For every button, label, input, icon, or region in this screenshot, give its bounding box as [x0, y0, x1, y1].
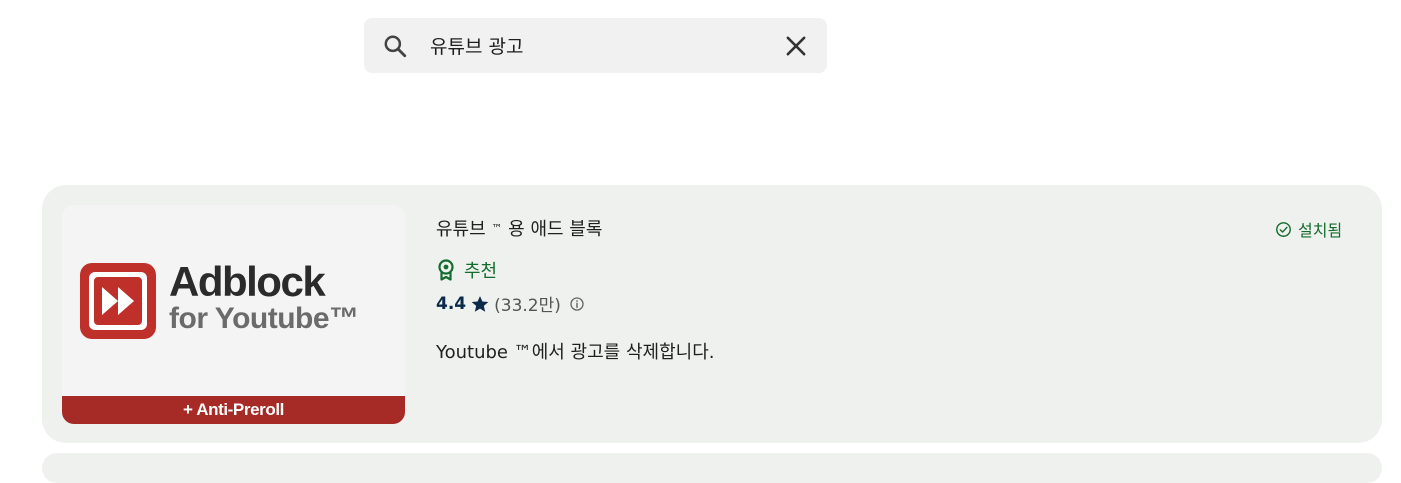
thumbnail-brand-text: Adblock [169, 258, 326, 305]
installed-label: 설치됨 [1298, 221, 1343, 240]
installed-status: 설치됨 [1275, 217, 1342, 241]
fast-forward-icon [80, 263, 156, 339]
star-icon [471, 295, 489, 312]
recommended-badge: 추천 [436, 257, 497, 283]
title-main: 유튜브 [436, 219, 486, 240]
thumbnail-banner: + Anti-Preroll [62, 396, 405, 424]
extension-title[interactable]: 유튜브 ™ 용 애드 블록 [436, 215, 602, 241]
extension-description: Youtube ™에서 광고를 삭제합니다. [436, 342, 715, 363]
rating-count: (33.2만) [494, 296, 561, 316]
award-badge-icon [438, 259, 454, 281]
search-input[interactable] [430, 30, 760, 60]
title-rest: 용 애드 블록 [508, 219, 603, 240]
info-icon[interactable] [569, 296, 585, 312]
rating-value: 4.4 [436, 293, 467, 314]
search-icon[interactable] [382, 33, 408, 59]
check-circle-icon [1276, 221, 1291, 237]
thumbnail-subtitle-text: for Youtube™ [169, 302, 359, 335]
rating-row: 4.4 (33.2만) [436, 291, 585, 316]
extension-thumbnail[interactable]: Adblock for Youtube™ + Anti-Preroll [62, 205, 405, 424]
extension-result-card[interactable]: Adblock for Youtube™ + Anti-Preroll 유튜브 … [42, 185, 1382, 443]
recommended-label: 추천 [464, 261, 498, 282]
clear-search-button[interactable] [782, 32, 810, 60]
search-bar [364, 18, 827, 73]
next-result-card[interactable] [42, 453, 1382, 483]
title-trademark: ™ [491, 222, 503, 235]
